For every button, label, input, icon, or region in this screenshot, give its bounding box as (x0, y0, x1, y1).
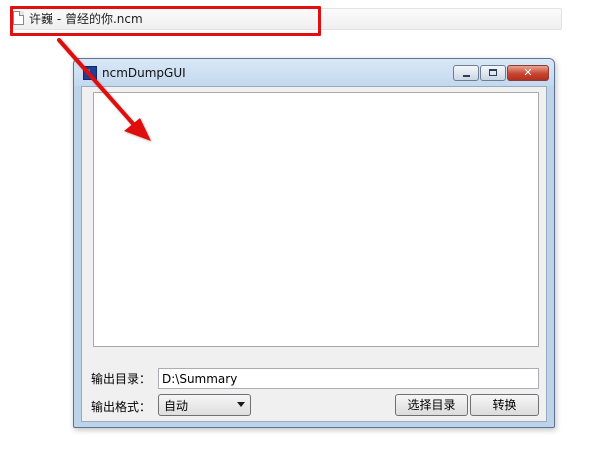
screenshot-stage: 许巍 - 曾经的你.ncm ncmDumpGUI ✕ 输出目录： D:\Summ… (0, 0, 600, 451)
output-dir-label: 输出目录： (91, 372, 152, 386)
annotation-highlight-box (10, 6, 321, 36)
window-titlebar[interactable]: ncmDumpGUI ✕ (74, 59, 554, 86)
log-textarea[interactable] (93, 92, 539, 347)
minimize-icon (463, 75, 470, 77)
output-format-value: 自动 (164, 399, 189, 413)
maximize-icon (489, 69, 497, 76)
window-client-area: 输出目录： 输出格式： 自动 选择目录 转换 (81, 86, 547, 422)
caption-buttons: ✕ (453, 65, 549, 81)
close-icon: ✕ (523, 66, 533, 79)
chevron-down-icon (237, 402, 245, 407)
app-icon (83, 66, 97, 80)
output-format-label: 输出格式： (91, 400, 152, 414)
close-button[interactable]: ✕ (507, 65, 549, 81)
maximize-button[interactable] (480, 65, 506, 81)
minimize-button[interactable] (453, 65, 479, 81)
app-window: ncmDumpGUI ✕ 输出目录： 输出格式： 自动 (73, 58, 555, 428)
output-format-select[interactable]: 自动 (158, 394, 251, 416)
window-title: ncmDumpGUI (102, 66, 186, 80)
convert-button[interactable]: 转换 (470, 394, 539, 416)
choose-dir-button[interactable]: 选择目录 (395, 394, 468, 416)
output-dir-input[interactable] (158, 368, 539, 389)
